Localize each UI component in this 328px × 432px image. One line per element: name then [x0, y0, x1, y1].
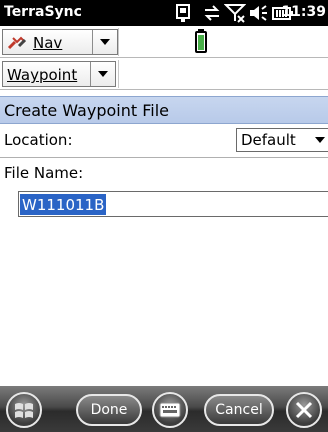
cancel-button[interactable]: Cancel — [204, 394, 274, 426]
form-title: Create Waypoint File — [0, 96, 328, 124]
clock: 11:39 — [281, 4, 326, 20]
close-icon[interactable] — [286, 392, 322, 428]
keyboard-icon[interactable] — [152, 392, 188, 428]
content-area — [0, 218, 328, 386]
waypoint-dropdown-label: Waypoint — [7, 66, 78, 84]
waypoint-section-dropdown[interactable]: Waypoint — [2, 61, 116, 87]
taskbar: Done Cancel — [0, 386, 328, 432]
nav-section-dropdown[interactable]: Nav — [2, 29, 118, 55]
toolbar-divider — [118, 28, 119, 56]
windows-start-icon[interactable] — [6, 392, 42, 428]
location-label: Location: — [4, 131, 73, 149]
nav-dropdown-label: Nav — [33, 34, 63, 52]
toolbar-divider — [118, 60, 119, 88]
chevron-down-icon[interactable] — [91, 62, 115, 86]
row-divider — [0, 157, 328, 158]
volume-icon[interactable] — [248, 2, 268, 28]
file-name-input[interactable]: W111011B — [18, 191, 328, 217]
sub-section-toolbar: Waypoint — [0, 58, 328, 90]
done-button[interactable]: Done — [76, 394, 142, 426]
gps-device-icon[interactable] — [174, 2, 194, 28]
battery-level-icon[interactable] — [194, 29, 208, 57]
sync-arrows-icon[interactable] — [202, 2, 222, 28]
file-name-label: File Name: — [4, 164, 84, 182]
signal-off-icon[interactable] — [223, 2, 247, 28]
chevron-down-icon[interactable] — [312, 137, 328, 143]
location-value: Default — [241, 131, 296, 149]
nav-dropdown-label-wrap: Nav — [3, 30, 94, 54]
satellite-icon — [7, 34, 29, 52]
file-name-value: W111011B — [20, 193, 107, 215]
chevron-down-icon[interactable] — [93, 30, 117, 54]
done-button-label: Done — [90, 402, 128, 418]
location-select[interactable]: Default — [236, 128, 328, 152]
cancel-button-label: Cancel — [215, 402, 263, 418]
status-bar: TerraSync 11:39 — [0, 0, 328, 26]
waypoint-dropdown-label-wrap: Waypoint — [3, 62, 92, 86]
app-title: TerraSync — [4, 4, 82, 20]
section-toolbar: Nav — [0, 26, 328, 58]
